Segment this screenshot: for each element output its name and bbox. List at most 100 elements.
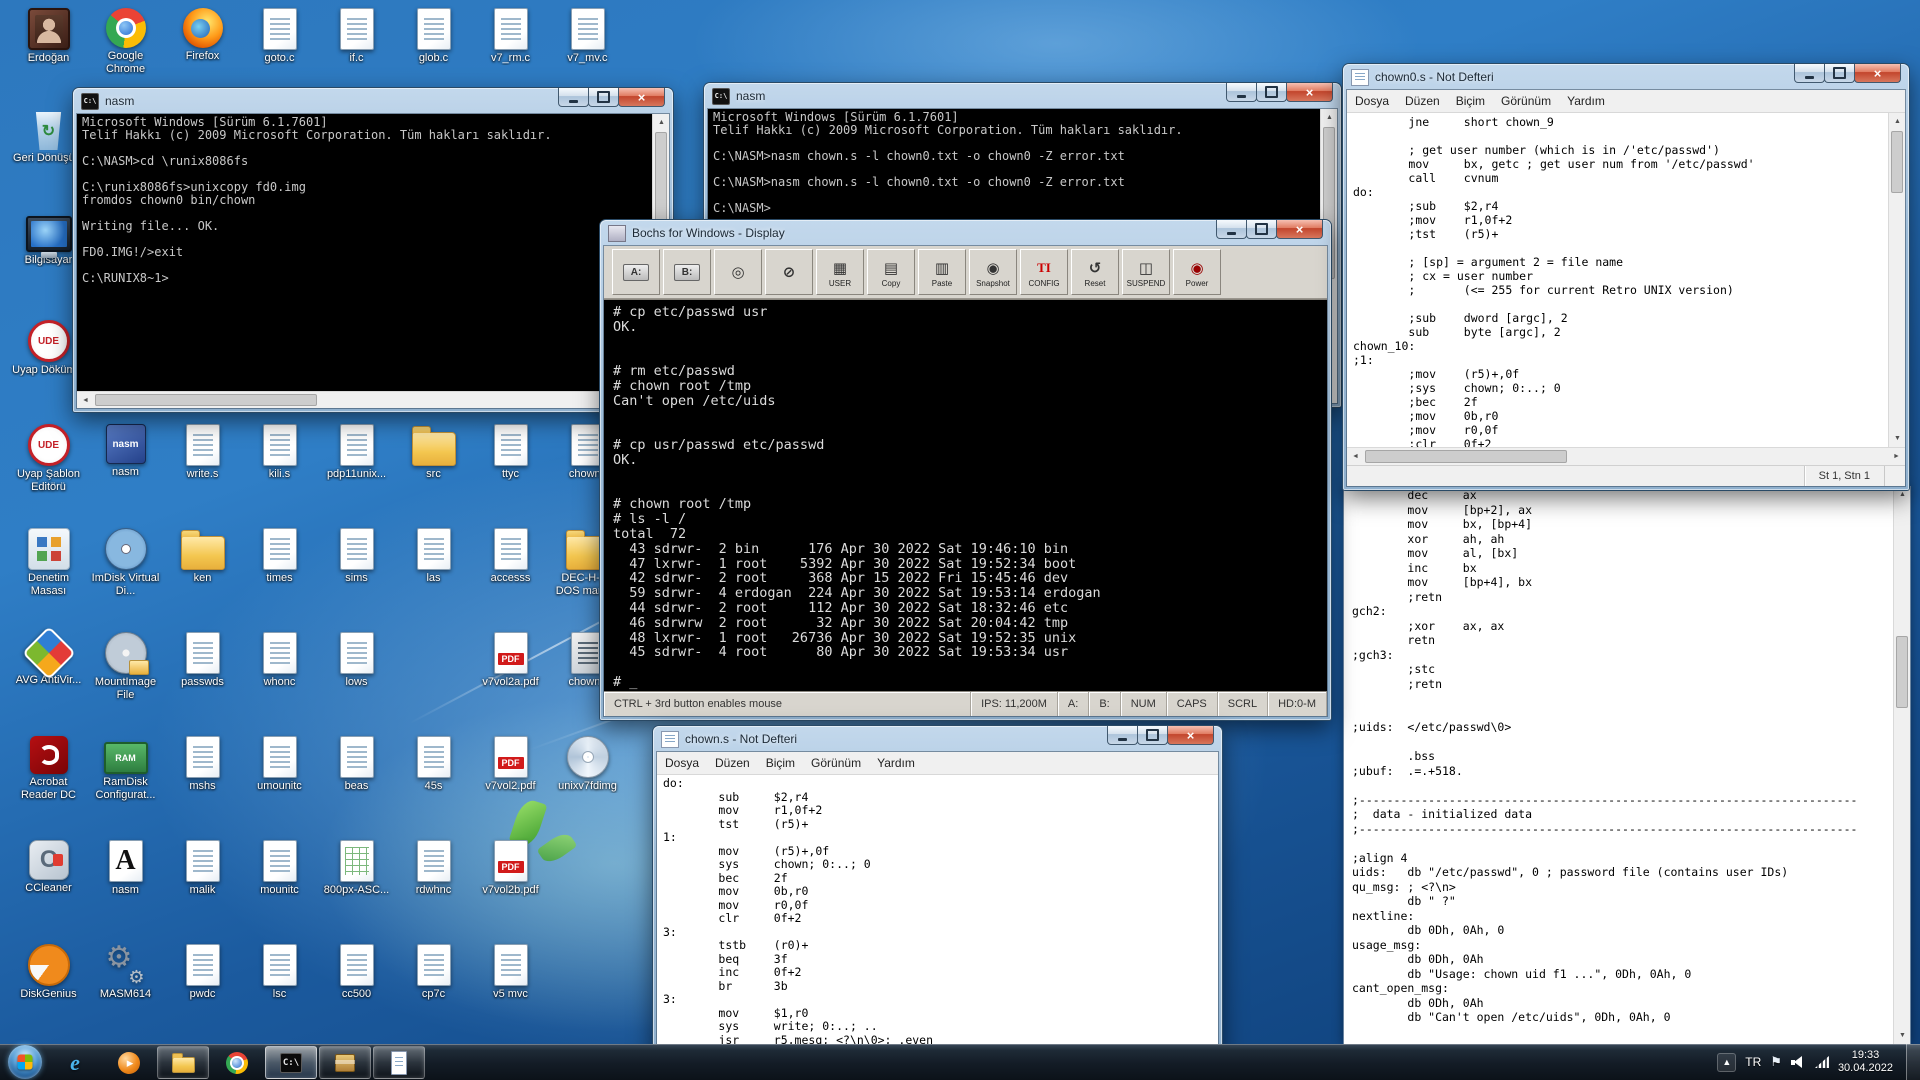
bochs-suspend-button[interactable]: ◫SUSPEND bbox=[1122, 249, 1170, 295]
menu-yard-m[interactable]: Yardım bbox=[869, 756, 923, 770]
taskbar-notepad-button[interactable] bbox=[373, 1046, 425, 1079]
menu-bi-im[interactable]: Biçim bbox=[758, 756, 803, 770]
desktop-icon-v7-rm-c[interactable]: v7_rm.c bbox=[472, 6, 549, 65]
menu-dosya[interactable]: Dosya bbox=[1347, 94, 1397, 108]
menu-bi-im[interactable]: Biçim bbox=[1448, 94, 1493, 108]
menu-g-r-n-m[interactable]: Görünüm bbox=[1493, 94, 1559, 108]
taskbar-ie-button[interactable] bbox=[49, 1046, 101, 1079]
desktop-icon-ken[interactable]: ken bbox=[164, 526, 241, 585]
close-button[interactable]: × bbox=[618, 88, 665, 107]
desktop-icon-mountimage-file[interactable]: MountImage File bbox=[87, 630, 164, 702]
taskbar-bochs-button[interactable] bbox=[319, 1046, 371, 1079]
desktop-icon-cc500[interactable]: cc500 bbox=[318, 942, 395, 1001]
network-icon[interactable] bbox=[1815, 1056, 1829, 1068]
bochs-config-button[interactable]: TICONFIG bbox=[1020, 249, 1068, 295]
desktop-icon-uyap-ablon-edit-r[interactable]: Uyap Şablon Editörü bbox=[10, 422, 87, 494]
menu-yard-m[interactable]: Yardım bbox=[1559, 94, 1613, 108]
desktop-icon-ramdisk-configurat[interactable]: RamDisk Configurat... bbox=[87, 734, 164, 802]
desktop-icon-ttyc[interactable]: ttyc bbox=[472, 422, 549, 481]
desktop-icon-45s[interactable]: 45s bbox=[395, 734, 472, 793]
notepad2-horizontal-scrollbar[interactable]: ◄ ► bbox=[1347, 447, 1905, 465]
desktop-icon-whonc[interactable]: whonc bbox=[241, 630, 318, 689]
close-button[interactable]: × bbox=[1276, 220, 1323, 239]
desktop-icon-v7vol2b-pdf[interactable]: v7vol2b.pdf bbox=[472, 838, 549, 897]
desktop-icon-mshs[interactable]: mshs bbox=[164, 734, 241, 793]
desktop-icon-glob-c[interactable]: glob.c bbox=[395, 6, 472, 65]
bochs-cdrom-disabled-button[interactable]: ⊘ bbox=[765, 249, 813, 295]
maximize-button[interactable] bbox=[1824, 64, 1855, 83]
desktop-icon-ccleaner[interactable]: CCleaner bbox=[10, 838, 87, 895]
desktop-icon-sims[interactable]: sims bbox=[318, 526, 395, 585]
desktop-icon-src[interactable]: src bbox=[395, 422, 472, 481]
minimize-button[interactable] bbox=[1216, 220, 1247, 239]
close-button[interactable]: × bbox=[1286, 83, 1333, 102]
desktop-icon-mounitc[interactable]: mounitc bbox=[241, 838, 318, 897]
desktop-icon-acrobat-reader-dc[interactable]: Acrobat Reader DC bbox=[10, 734, 87, 802]
resize-grip[interactable] bbox=[1884, 466, 1905, 486]
start-button[interactable] bbox=[8, 1045, 42, 1079]
desktop-icon-google-chrome[interactable]: Google Chrome bbox=[87, 6, 164, 76]
taskbar-explorer-button[interactable] bbox=[157, 1046, 209, 1079]
desktop-icon-imdisk-virtual-di[interactable]: ImDisk Virtual Di... bbox=[87, 526, 164, 598]
scroll-thumb[interactable] bbox=[1896, 636, 1908, 708]
bochs-titlebar[interactable]: Bochs for Windows - Display × bbox=[600, 220, 1331, 246]
cmd1-horizontal-scrollbar[interactable]: ◄ ► bbox=[77, 391, 652, 408]
bochs-display[interactable]: # cp etc/passwd usr OK. # rm etc/passwd … bbox=[604, 299, 1327, 692]
notepad1-text[interactable]: do: sub $2,r4 mov r1,0f+2 tst (r5)+ 1: m… bbox=[657, 775, 1218, 1049]
notepad2-titlebar[interactable]: chown0.s - Not Defteri × bbox=[1343, 64, 1909, 90]
scroll-thumb[interactable] bbox=[1891, 131, 1903, 193]
maximize-button[interactable] bbox=[588, 88, 619, 107]
scroll-left-icon[interactable]: ◄ bbox=[1347, 448, 1364, 465]
desktop-icon-v7-mv-c[interactable]: v7_mv.c bbox=[549, 6, 626, 65]
desktop-icon-cp7c[interactable]: cp7c bbox=[395, 942, 472, 1001]
desktop-icon-goto-c[interactable]: goto.c bbox=[241, 6, 318, 65]
desktop-icon-umounitc[interactable]: umounitc bbox=[241, 734, 318, 793]
taskbar-chrome-button[interactable] bbox=[211, 1046, 263, 1079]
maximize-button[interactable] bbox=[1137, 726, 1168, 745]
desktop-icon-beas[interactable]: beas bbox=[318, 734, 395, 793]
clock[interactable]: 19:33 30.04.2022 bbox=[1838, 1049, 1897, 1075]
bochs-user-button[interactable]: ▦USER bbox=[816, 249, 864, 295]
desktop-icon-denetim-masas[interactable]: Denetim Masası bbox=[10, 526, 87, 598]
menu-dosya[interactable]: Dosya bbox=[657, 756, 707, 770]
notepad2-vertical-scrollbar[interactable]: ▲ ▼ bbox=[1888, 113, 1905, 447]
scroll-up-icon[interactable]: ▲ bbox=[1889, 113, 1905, 130]
desktop-icon-v7vol2-pdf[interactable]: v7vol2.pdf bbox=[472, 734, 549, 793]
scroll-up-icon[interactable]: ▲ bbox=[653, 114, 669, 131]
minimize-button[interactable] bbox=[1794, 64, 1825, 83]
cmd1-output[interactable]: Microsoft Windows [Sürüm 6.1.7601] Telif… bbox=[77, 114, 652, 391]
cmd2-titlebar[interactable]: nasm × bbox=[704, 83, 1341, 109]
bochs-power-button[interactable]: ◉Power bbox=[1173, 249, 1221, 295]
desktop-icon-nasm[interactable]: nasm bbox=[87, 838, 164, 897]
scroll-right-icon[interactable]: ► bbox=[1888, 448, 1905, 465]
desktop-icon-v7vol2a-pdf[interactable]: v7vol2a.pdf bbox=[472, 630, 549, 689]
maximize-button[interactable] bbox=[1256, 83, 1287, 102]
bochs-floppy-b-button[interactable]: B: bbox=[663, 249, 711, 295]
menu-d-zen[interactable]: Düzen bbox=[707, 756, 758, 770]
menu-g-r-n-m[interactable]: Görünüm bbox=[803, 756, 869, 770]
minimize-button[interactable] bbox=[558, 88, 589, 107]
minimize-button[interactable] bbox=[1107, 726, 1138, 745]
show-desktop-button[interactable] bbox=[1906, 1044, 1920, 1080]
scroll-up-icon[interactable]: ▲ bbox=[1321, 109, 1337, 126]
desktop-icon-firefox[interactable]: Firefox bbox=[164, 6, 241, 63]
desktop-icon-times[interactable]: times bbox=[241, 526, 318, 585]
desktop-icon-masm614[interactable]: MASM614 bbox=[87, 942, 164, 1001]
action-center-flag-icon[interactable]: ⚑ bbox=[1770, 1054, 1782, 1070]
bochs-copy-button[interactable]: ▤Copy bbox=[867, 249, 915, 295]
desktop-icon-accesss[interactable]: accesss bbox=[472, 526, 549, 585]
close-button[interactable]: × bbox=[1167, 726, 1214, 745]
desktop-icon-kili-s[interactable]: kili.s bbox=[241, 422, 318, 481]
notepad3-vertical-scrollbar[interactable]: ▲ ▼ bbox=[1893, 486, 1910, 1044]
desktop-icon-diskgenius[interactable]: DiskGenius bbox=[10, 942, 87, 1001]
desktop-icon-nasm[interactable]: nasm bbox=[87, 422, 164, 479]
notepad1-titlebar[interactable]: chown.s - Not Defteri × bbox=[653, 726, 1222, 752]
desktop-icon-avg-antivir[interactable]: AVG AntiVir... bbox=[10, 630, 87, 687]
desktop-icon-800px-asc[interactable]: 800px-ASC... bbox=[318, 838, 395, 897]
desktop-icon-rdwhnc[interactable]: rdwhnc bbox=[395, 838, 472, 897]
scroll-down-icon[interactable]: ▼ bbox=[1894, 1027, 1911, 1044]
bochs-paste-button[interactable]: ▥Paste bbox=[918, 249, 966, 295]
desktop-icon-lows[interactable]: lows bbox=[318, 630, 395, 689]
desktop-icon-las[interactable]: las bbox=[395, 526, 472, 585]
bochs-floppy-a-button[interactable]: A: bbox=[612, 249, 660, 295]
